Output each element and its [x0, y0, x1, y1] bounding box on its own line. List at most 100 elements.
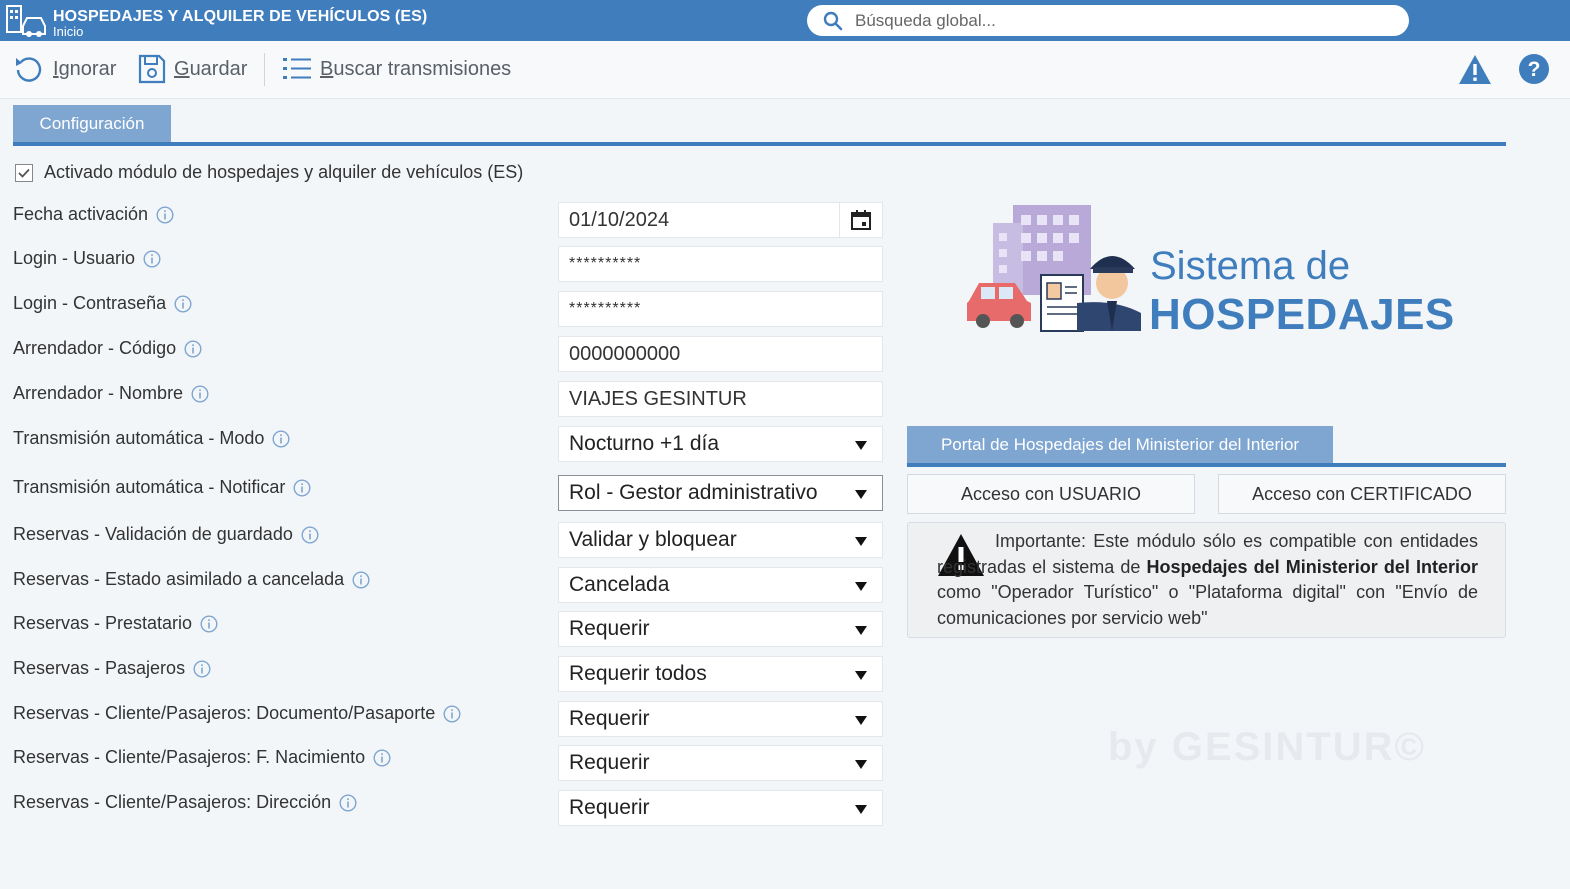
search-icon	[823, 11, 843, 31]
ignore-button[interactable]: Ignorar	[13, 52, 116, 86]
warning-icon[interactable]	[1458, 53, 1492, 87]
reservas-validacion-select[interactable]: Validar y bloquear	[558, 522, 883, 558]
logo-text-line2: HOSPEDAJES	[1149, 290, 1455, 339]
reservas-nacimiento-select[interactable]: Requerir	[558, 745, 883, 781]
arrendador-codigo-field[interactable]: 0000000000	[558, 336, 883, 372]
info-icon[interactable]	[301, 525, 319, 544]
app-hotel-car-icon	[6, 5, 46, 37]
breadcrumb[interactable]: Inicio	[53, 24, 83, 39]
label-transmision-modo: Transmisión automática - Modo	[13, 428, 290, 449]
label-text: Reservas - Cliente/Pasajeros: Documento/…	[13, 703, 436, 723]
reservas-direccion-select[interactable]: Requerir	[558, 790, 883, 826]
dropdown-arrow-icon	[855, 716, 867, 725]
tab-underline	[13, 142, 1506, 146]
fecha-activacion-field[interactable]: 01/10/2024	[558, 202, 883, 238]
notice-text-part2: como "Operador Turístico" o "Plataforma …	[937, 582, 1478, 628]
dropdown-arrow-icon	[855, 626, 867, 635]
reservas-validacion-value: Validar y bloquear	[569, 528, 737, 551]
label-arrendador-codigo: Arrendador - Código	[13, 338, 202, 359]
tab-configuracion[interactable]: Configuración	[13, 105, 171, 142]
arrendador-nombre-field[interactable]: VIAJES GESINTUR	[558, 381, 883, 417]
info-icon[interactable]	[184, 339, 202, 358]
label-login-contrasena: Login - Contraseña	[13, 293, 192, 314]
info-icon[interactable]	[293, 478, 311, 497]
reservas-documento-select[interactable]: Requerir	[558, 701, 883, 737]
info-icon[interactable]	[200, 614, 218, 633]
info-icon[interactable]	[156, 205, 174, 224]
label-reservas-prestatario: Reservas - Prestatario	[13, 613, 218, 634]
reservas-pasajeros-value: Requerir todos	[569, 662, 707, 685]
transmision-notificar-select[interactable]: Rol - Gestor administrativo	[558, 475, 883, 511]
info-icon[interactable]	[174, 294, 192, 313]
app-title: HOSPEDAJES Y ALQUILER DE VEHÍCULOS (ES)	[53, 8, 428, 25]
reservas-estado-value: Cancelada	[569, 573, 670, 596]
label-text: Reservas - Pasajeros	[13, 658, 186, 678]
reservas-nacimiento-value: Requerir	[569, 751, 650, 774]
compatibility-notice: Importante: Este módulo sólo es compatib…	[907, 522, 1506, 638]
label-text: Login - Contraseña	[13, 293, 167, 313]
notice-text: Importante: Este módulo sólo es compatib…	[937, 529, 1478, 631]
label-reservas-direccion: Reservas - Cliente/Pasajeros: Dirección	[13, 792, 357, 813]
login-usuario-field[interactable]: **********	[558, 246, 883, 282]
label-reservas-validacion: Reservas - Validación de guardado	[13, 524, 319, 545]
info-icon[interactable]	[339, 793, 357, 812]
reservas-prestatario-value: Requerir	[569, 617, 650, 640]
transmision-modo-select[interactable]: Nocturno +1 día	[558, 426, 883, 462]
acceso-usuario-button[interactable]: Acceso con USUARIO	[907, 474, 1195, 514]
toolbar: Ignorar Guardar Buscar transmisiones ?	[0, 41, 1570, 99]
toolbar-divider	[264, 53, 265, 86]
reservas-pasajeros-select[interactable]: Requerir todos	[558, 656, 883, 692]
calendar-button[interactable]	[839, 203, 882, 237]
label-text: Transmisión automática - Notificar	[13, 477, 286, 497]
help-icon[interactable]: ?	[1518, 53, 1552, 87]
search-transmissions-button[interactable]: Buscar transmisiones	[282, 52, 511, 86]
dropdown-arrow-icon	[855, 805, 867, 814]
label-login-usuario: Login - Usuario	[13, 248, 161, 269]
info-icon[interactable]	[193, 659, 211, 678]
login-contrasena-field[interactable]: **********	[558, 291, 883, 327]
transmision-modo-value: Nocturno +1 día	[569, 432, 720, 455]
reservas-direccion-value: Requerir	[569, 796, 650, 819]
label-text: Reservas - Prestatario	[13, 613, 193, 633]
dropdown-arrow-icon	[855, 671, 867, 680]
label-text: Reservas - Cliente/Pasajeros: Dirección	[13, 792, 332, 812]
search-input[interactable]	[855, 9, 1385, 32]
reservas-estado-select[interactable]: Cancelada	[558, 567, 883, 603]
info-icon[interactable]	[272, 429, 290, 448]
module-enabled-checkbox[interactable]	[15, 163, 33, 182]
logo-text-line1: Sistema de	[1150, 244, 1351, 288]
save-button[interactable]: Guardar	[138, 52, 247, 86]
login-contrasena-value: **********	[569, 300, 642, 317]
portal-tab-underline	[907, 463, 1506, 467]
info-icon[interactable]	[443, 704, 461, 723]
dropdown-arrow-icon	[855, 760, 867, 769]
reservas-prestatario-select[interactable]: Requerir	[558, 611, 883, 647]
label-reservas-documento: Reservas - Cliente/Pasajeros: Documento/…	[13, 703, 461, 724]
label-text: Login - Usuario	[13, 248, 136, 268]
login-usuario-value: **********	[569, 255, 642, 272]
label-text: Transmisión automática - Modo	[13, 428, 265, 448]
info-icon[interactable]	[373, 748, 391, 767]
dropdown-arrow-icon	[855, 582, 867, 591]
transmision-notificar-value: Rol - Gestor administrativo	[569, 481, 818, 504]
ignore-label: Ignorar	[53, 57, 117, 80]
global-search[interactable]	[807, 5, 1409, 36]
info-icon[interactable]	[191, 384, 209, 403]
info-icon[interactable]	[143, 249, 161, 268]
undo-icon	[16, 57, 42, 82]
arrendador-nombre-value: VIAJES GESINTUR	[569, 387, 747, 410]
module-enabled-label: Activado módulo de hospedajes y alquiler…	[44, 162, 524, 182]
info-icon[interactable]	[352, 570, 370, 589]
label-text: Fecha activación	[13, 204, 149, 224]
save-icon	[138, 54, 166, 84]
title-bar: HOSPEDAJES Y ALQUILER DE VEHÍCULOS (ES) …	[0, 0, 1570, 41]
tab-portal-hospedajes[interactable]: Portal de Hospedajes del Ministerior del…	[907, 426, 1333, 463]
svg-text:?: ?	[1528, 58, 1541, 81]
dropdown-arrow-icon	[855, 490, 867, 499]
label-fecha-activacion: Fecha activación	[13, 204, 174, 225]
fecha-activacion-value: 01/10/2024	[569, 208, 670, 231]
dropdown-arrow-icon	[855, 537, 867, 546]
module-enabled-row[interactable]: Activado módulo de hospedajes y alquiler…	[15, 162, 523, 183]
acceso-certificado-button[interactable]: Acceso con CERTIFICADO	[1218, 474, 1506, 514]
search-transmissions-label: Buscar transmisiones	[320, 57, 512, 80]
